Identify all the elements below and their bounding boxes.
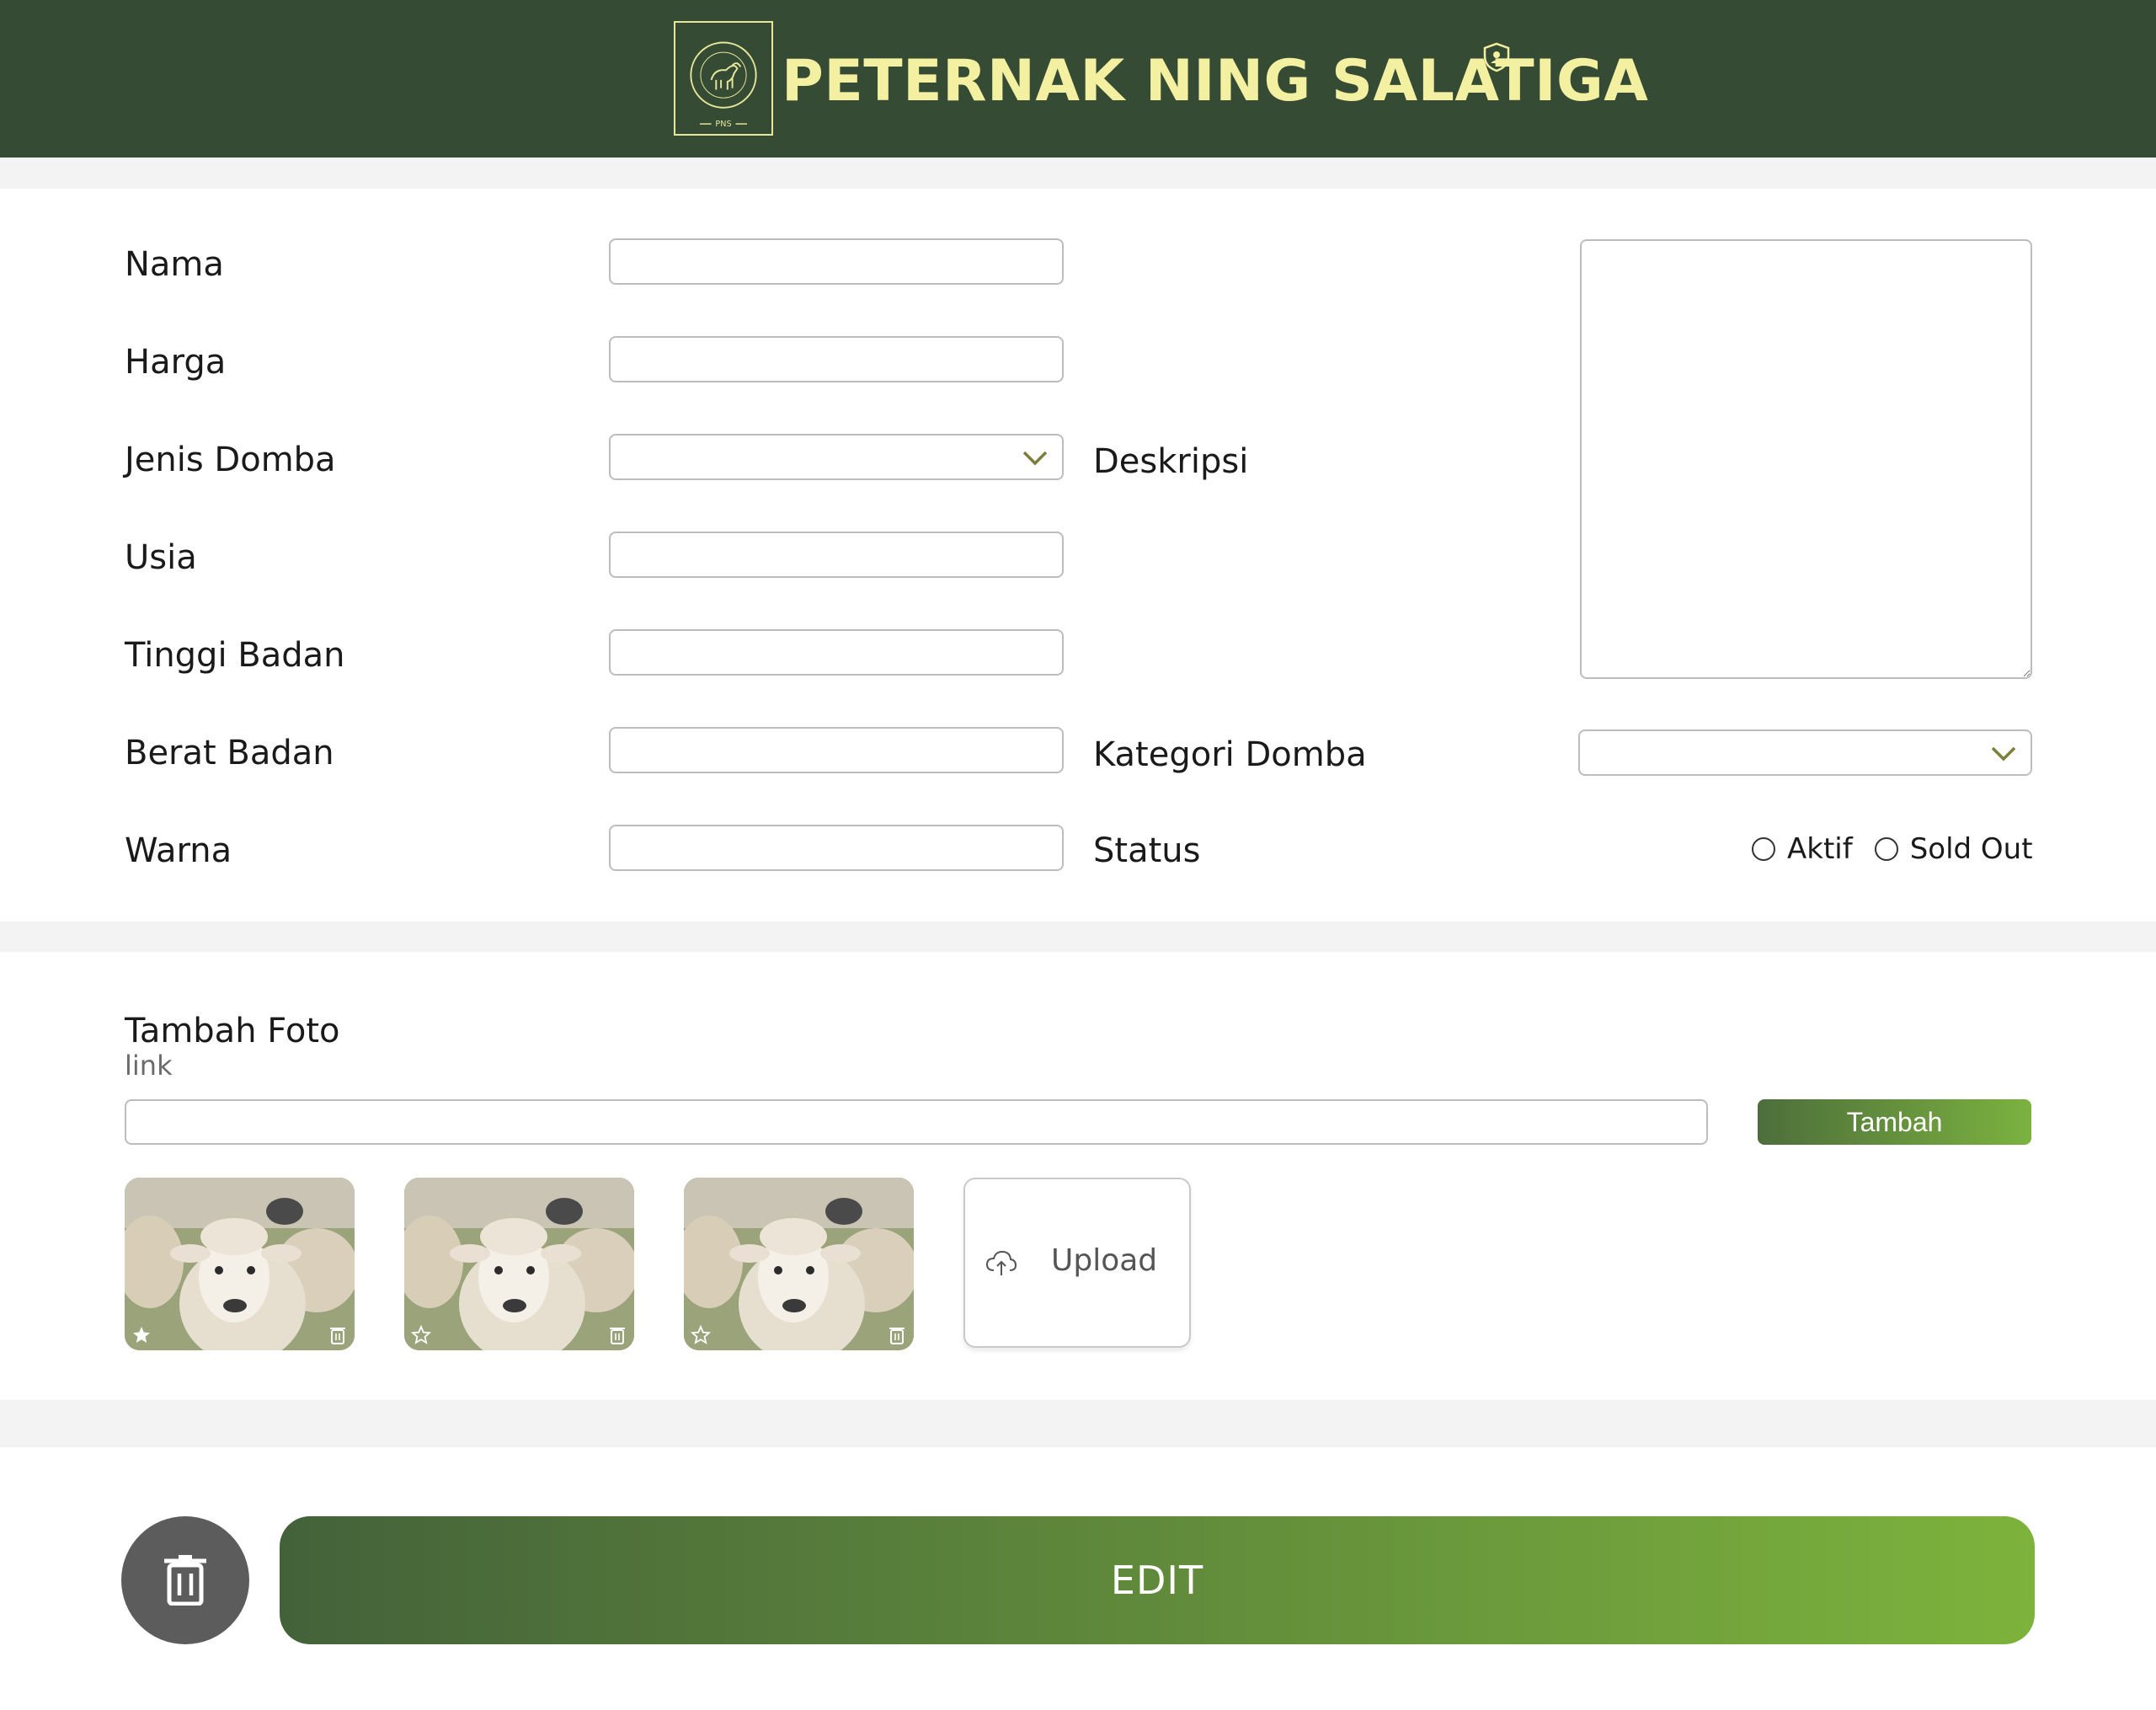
sheep-photo: [404, 1178, 634, 1350]
svg-text:PNS: PNS: [715, 120, 731, 129]
product-details-section: Nama Harga Jenis Domba Usia Tinggi Badan…: [0, 189, 2156, 922]
harga-input[interactable]: [609, 336, 1064, 382]
upload-button[interactable]: Upload: [963, 1178, 1191, 1348]
deskripsi-textarea[interactable]: [1580, 239, 2032, 679]
status-sold-out-radio[interactable]: [1874, 837, 1898, 861]
tambah-foto-title: Tambah Foto: [125, 1012, 340, 1050]
cloud-upload-icon: [985, 1250, 1017, 1275]
tinggi-badan-input[interactable]: [609, 629, 1064, 676]
usia-input[interactable]: [609, 532, 1064, 578]
upload-label: Upload: [1051, 1243, 1158, 1278]
link-label: link: [125, 1050, 173, 1082]
star-filled-icon[interactable]: [131, 1325, 152, 1345]
status-aktif-radio[interactable]: [1752, 837, 1775, 861]
actions-section: EDIT: [0, 1447, 2156, 1710]
edit-button[interactable]: EDIT: [280, 1516, 2035, 1644]
brand-logo[interactable]: PNS: [674, 21, 773, 136]
brand-name: PETERNAK NING SALATIGA: [782, 48, 1649, 115]
delete-button[interactable]: [121, 1516, 249, 1644]
jenis-domba-label: Jenis Domba: [125, 441, 336, 479]
usia-label: Usia: [125, 538, 197, 577]
warna-input[interactable]: [609, 825, 1064, 871]
status-sold-out-label[interactable]: Sold Out: [1910, 832, 2033, 866]
nama-input[interactable]: [609, 238, 1064, 285]
deskripsi-label: Deskripsi: [1093, 442, 1249, 481]
photo-thumbnail[interactable]: [684, 1178, 914, 1350]
status-aktif-label[interactable]: Aktif: [1787, 832, 1853, 866]
photos-section: Tambah Foto link Tambah Upload: [0, 952, 2156, 1400]
photo-link-input[interactable]: [125, 1099, 1708, 1145]
berat-badan-label: Berat Badan: [125, 734, 334, 772]
tinggi-badan-label: Tinggi Badan: [125, 636, 345, 675]
warna-label: Warna: [125, 831, 232, 870]
logo-emblem-icon: PNS: [690, 41, 757, 129]
chevron-down-icon: [1991, 746, 2016, 761]
trash-icon[interactable]: [329, 1325, 346, 1345]
berat-badan-input[interactable]: [609, 727, 1064, 773]
star-outline-icon[interactable]: [691, 1325, 711, 1345]
sheep-photo: [684, 1178, 914, 1350]
trash-icon[interactable]: [609, 1325, 626, 1345]
tambah-button[interactable]: Tambah: [1758, 1099, 2031, 1145]
status-radio-group: Aktif Sold Out: [1752, 832, 2055, 866]
shield-user-icon[interactable]: [1482, 42, 1511, 72]
trash-icon: [164, 1555, 206, 1606]
kategori-domba-label: Kategori Domba: [1093, 735, 1367, 774]
jenis-domba-select[interactable]: [609, 434, 1064, 480]
kategori-domba-select[interactable]: [1578, 729, 2032, 776]
harga-label: Harga: [125, 343, 227, 382]
star-outline-icon[interactable]: [411, 1325, 431, 1345]
trash-icon[interactable]: [889, 1325, 905, 1345]
nama-label: Nama: [125, 245, 224, 284]
photo-thumbnail[interactable]: [125, 1178, 355, 1350]
sheep-photo: [125, 1178, 355, 1350]
photo-thumbnail[interactable]: [404, 1178, 634, 1350]
status-label: Status: [1093, 831, 1201, 870]
chevron-down-icon: [1022, 451, 1048, 466]
app-header: PNS PETERNAK NING SALATIGA: [0, 0, 2156, 158]
